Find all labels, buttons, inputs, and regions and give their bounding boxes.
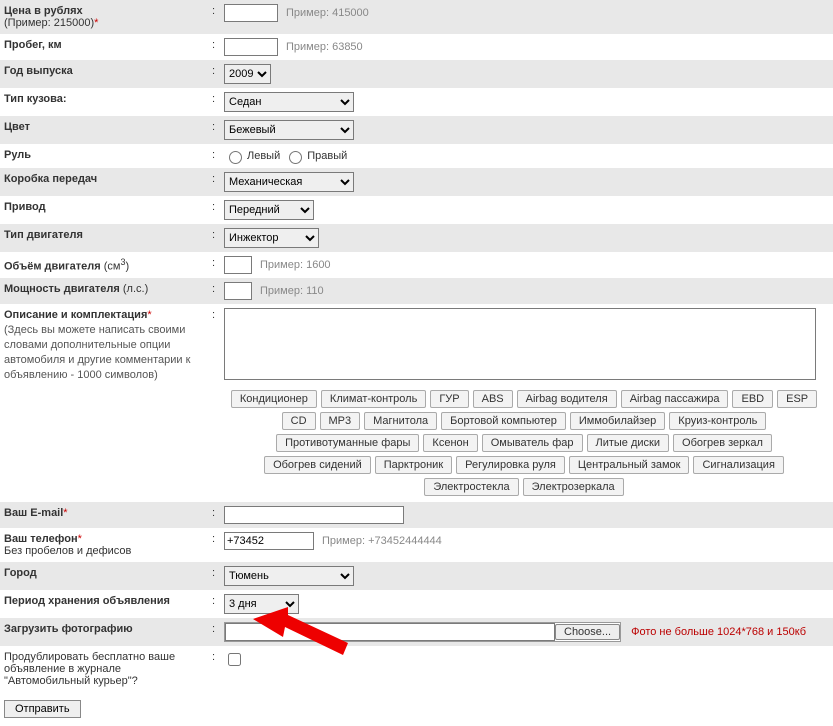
price-hint: Пример: 415000	[286, 7, 369, 19]
price-label: Цена в рублях (Пример: 215000)*	[0, 3, 212, 31]
row-body: Тип кузова: : Седан	[0, 88, 833, 116]
file-input[interactable]: Choose...	[224, 622, 621, 642]
option-button[interactable]: Литые диски	[587, 434, 670, 452]
phone-label: Ваш телефон* Без пробелов и дефисов	[0, 531, 212, 559]
power-label: Мощность двигателя (л.с.)	[0, 281, 212, 297]
mileage-input[interactable]	[224, 38, 278, 56]
row-description: Описание и комплектация* (Здесь вы может…	[0, 304, 833, 502]
option-button[interactable]: Airbag водителя	[517, 390, 617, 408]
steering-label: Руль	[0, 147, 212, 163]
choose-file-button[interactable]: Choose...	[555, 624, 620, 640]
body-select[interactable]: Седан	[224, 92, 354, 112]
option-button[interactable]: Круиз-контроль	[669, 412, 766, 430]
phone-input[interactable]	[224, 532, 314, 550]
row-mileage: Пробег, км : Пример: 63850	[0, 34, 833, 60]
option-button[interactable]: Электрозеркала	[523, 478, 624, 496]
row-price: Цена в рублях (Пример: 215000)* : Пример…	[0, 0, 833, 34]
period-select[interactable]: 3 дня	[224, 594, 299, 614]
option-button[interactable]: ABS	[473, 390, 513, 408]
phone-hint: Пример: +73452444444	[322, 535, 442, 547]
option-button[interactable]: EBD	[732, 390, 773, 408]
row-drive: Привод : Передний	[0, 196, 833, 224]
engine-volume-input[interactable]	[224, 256, 252, 274]
row-color: Цвет : Бежевый	[0, 116, 833, 144]
option-button[interactable]: Сигнализация	[693, 456, 783, 474]
duplicate-label: Продублировать бесплатно ваше объявление…	[0, 649, 212, 689]
file-path-input[interactable]	[225, 623, 555, 641]
drive-select[interactable]: Передний	[224, 200, 314, 220]
color-select[interactable]: Бежевый	[224, 120, 354, 140]
row-phone: Ваш телефон* Без пробелов и дефисов : Пр…	[0, 528, 833, 562]
email-label: Ваш E-mail*	[0, 505, 212, 521]
drive-label: Привод	[0, 199, 212, 215]
price-input[interactable]	[224, 4, 278, 22]
steering-right-label: Правый	[307, 150, 347, 162]
engine-type-select[interactable]: Инжектор	[224, 228, 319, 248]
row-power: Мощность двигателя (л.с.) : Пример: 110	[0, 278, 833, 304]
year-select[interactable]: 2009	[224, 64, 271, 84]
options-list: КондиционерКлимат-контрольГУР ABSAirbag в…	[224, 388, 824, 498]
gearbox-label: Коробка передач	[0, 171, 212, 187]
option-button[interactable]: Противотуманные фары	[276, 434, 419, 452]
steering-left-label: Левый	[247, 150, 280, 162]
city-label: Город	[0, 565, 212, 581]
power-hint: Пример: 110	[260, 285, 324, 297]
submit-row: Отправить	[0, 692, 833, 726]
option-button[interactable]: ГУР	[430, 390, 468, 408]
row-year: Год выпуска : 2009	[0, 60, 833, 88]
option-button[interactable]: Обогрев сидений	[264, 456, 371, 474]
mileage-hint: Пример: 63850	[286, 41, 363, 53]
engine-volume-label: Объём двигателя (см3)	[0, 255, 212, 275]
description-label: Описание и комплектация* (Здесь вы может…	[0, 307, 212, 384]
row-upload: Загрузить фотографию : Choose... Фото не…	[0, 618, 833, 646]
submit-button[interactable]: Отправить	[4, 700, 81, 718]
row-engine-volume: Объём двигателя (см3) : Пример: 1600	[0, 252, 833, 278]
row-period: Период хранения объявления : 3 дня	[0, 590, 833, 618]
description-textarea[interactable]	[224, 308, 816, 380]
row-email: Ваш E-mail* :	[0, 502, 833, 528]
city-select[interactable]: Тюмень	[224, 566, 354, 586]
engine-volume-hint: Пример: 1600	[260, 259, 331, 271]
option-button[interactable]: ESP	[777, 390, 817, 408]
duplicate-checkbox[interactable]	[228, 653, 241, 666]
row-gearbox: Коробка передач : Механическая	[0, 168, 833, 196]
row-steering: Руль : Левый Правый	[0, 144, 833, 168]
upload-label: Загрузить фотографию	[0, 621, 212, 637]
row-duplicate: Продублировать бесплатно ваше объявление…	[0, 646, 833, 692]
gearbox-select[interactable]: Механическая	[224, 172, 354, 192]
option-button[interactable]: Климат-контроль	[321, 390, 426, 408]
option-button[interactable]: Иммобилайзер	[570, 412, 665, 430]
option-button[interactable]: CD	[282, 412, 316, 430]
option-button[interactable]: Ксенон	[423, 434, 477, 452]
option-button[interactable]: Электростекла	[424, 478, 518, 496]
mileage-label: Пробег, км	[0, 37, 212, 53]
option-button[interactable]: Магнитола	[364, 412, 437, 430]
option-button[interactable]: Кондиционер	[231, 390, 317, 408]
option-button[interactable]: MP3	[320, 412, 361, 430]
option-button[interactable]: Airbag пассажира	[621, 390, 729, 408]
color-label: Цвет	[0, 119, 212, 135]
option-button[interactable]: Омыватель фар	[482, 434, 583, 452]
engine-type-label: Тип двигателя	[0, 227, 212, 243]
steering-left-radio[interactable]	[229, 151, 242, 164]
row-city: Город : Тюмень	[0, 562, 833, 590]
period-label: Период хранения объявления	[0, 593, 212, 609]
option-button[interactable]: Бортовой компьютер	[441, 412, 566, 430]
steering-right-radio[interactable]	[289, 151, 302, 164]
power-input[interactable]	[224, 282, 252, 300]
body-label: Тип кузова:	[0, 91, 212, 107]
row-engine-type: Тип двигателя : Инжектор	[0, 224, 833, 252]
email-input[interactable]	[224, 506, 404, 524]
upload-note: Фото не больше 1024*768 и 150кб	[631, 626, 806, 638]
option-button[interactable]: Парктроник	[375, 456, 452, 474]
option-button[interactable]: Регулировка руля	[456, 456, 565, 474]
option-button[interactable]: Обогрев зеркал	[673, 434, 772, 452]
option-button[interactable]: Центральный замок	[569, 456, 690, 474]
year-label: Год выпуска	[0, 63, 212, 79]
